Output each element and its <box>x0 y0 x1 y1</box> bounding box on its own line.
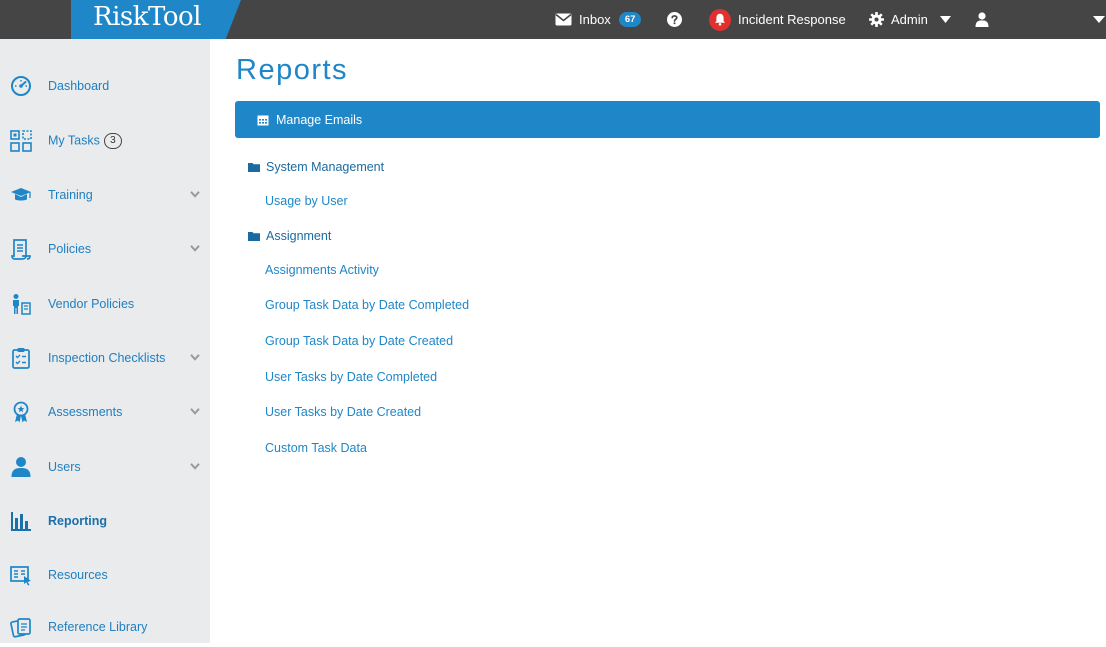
sidebar-item-users[interactable]: Users <box>0 447 210 487</box>
calendar-icon <box>257 115 269 125</box>
task-count-badge: 3 <box>103 133 122 149</box>
user-profile-button[interactable] <box>975 0 989 39</box>
inbox-label: Inbox <box>579 12 611 27</box>
caret-down-icon <box>1093 16 1105 23</box>
question-circle-icon <box>667 12 682 27</box>
sidebar-item-label-text: My Tasks <box>48 133 100 148</box>
sidebar-item-training[interactable]: Training <box>0 175 210 215</box>
sidebar-item-label: Assessments <box>48 405 123 419</box>
top-navigation-bar: RiskTool Inbox 67 Incident Response Admi… <box>0 0 1106 39</box>
inbox-button[interactable]: Inbox 67 <box>555 0 642 39</box>
overflow-menu-button[interactable] <box>1093 0 1105 39</box>
resources-doc-icon <box>10 566 31 586</box>
chevron-down-icon[interactable] <box>190 408 200 415</box>
report-group-label: System Management <box>266 160 385 174</box>
sidebar-item-label: Training <box>48 188 93 202</box>
incident-response-label: Incident Response <box>738 12 846 27</box>
bell-alert-icon <box>709 8 731 31</box>
user-icon <box>11 457 31 477</box>
folder-icon <box>248 163 260 172</box>
sidebar-item-label: Policies <box>48 242 92 256</box>
sidebar-item-policies[interactable]: Policies <box>0 229 210 269</box>
tasks-grid-icon <box>10 130 32 152</box>
report-link-user-tasks-by-date-completed[interactable]: User Tasks by Date Completed <box>265 370 437 384</box>
chevron-down-icon[interactable] <box>190 354 200 361</box>
sidebar: Dashboard My Tasks 3 Training Policies V… <box>0 39 210 643</box>
logo[interactable]: RiskTool <box>71 0 241 39</box>
bar-chart-icon <box>11 512 31 531</box>
sidebar-item-inspection-checklists[interactable]: Inspection Checklists <box>0 338 210 378</box>
report-link-assignments-activity[interactable]: Assignments Activity <box>265 263 379 277</box>
sidebar-item-label: Reporting <box>48 514 108 528</box>
sidebar-item-assessments[interactable]: Assessments <box>0 392 210 432</box>
report-link-user-tasks-by-date-created[interactable]: User Tasks by Date Created <box>265 405 421 419</box>
sidebar-item-label: My Tasks 3 <box>48 133 122 149</box>
help-button[interactable] <box>667 0 682 39</box>
folder-icon <box>248 232 260 241</box>
vendor-person-icon <box>13 294 31 315</box>
sidebar-item-label: Dashboard <box>48 79 110 93</box>
logo-text: RiskTool <box>93 2 201 32</box>
sidebar-item-label: Inspection Checklists <box>48 351 166 365</box>
admin-menu-button[interactable]: Admin <box>869 0 951 39</box>
caret-down-icon <box>939 16 951 23</box>
report-link-custom-task-data[interactable]: Custom Task Data <box>265 441 367 455</box>
report-group-label: Assignment <box>266 229 332 243</box>
clipboard-check-icon <box>12 348 30 369</box>
gear-icon <box>869 12 884 27</box>
inbox-count-badge: 67 <box>618 12 642 27</box>
sidebar-item-my-tasks[interactable]: My Tasks 3 <box>0 121 210 161</box>
sidebar-item-reference-library[interactable]: Reference Library <box>0 607 210 647</box>
report-link-group-task-data-by-date-created[interactable]: Group Task Data by Date Created <box>265 334 453 348</box>
chevron-down-icon[interactable] <box>190 245 200 252</box>
user-icon <box>975 12 989 27</box>
graduation-cap-icon <box>11 188 31 201</box>
envelope-icon <box>555 13 572 26</box>
library-copy-icon <box>10 618 31 638</box>
sidebar-item-dashboard[interactable]: Dashboard <box>0 66 210 106</box>
sidebar-item-label: Reference Library <box>48 620 148 634</box>
award-ribbon-icon <box>13 401 29 423</box>
sidebar-item-label: Vendor Policies <box>48 297 135 311</box>
sidebar-item-resources[interactable]: Resources <box>0 555 210 595</box>
sidebar-item-reporting[interactable]: Reporting <box>0 501 210 541</box>
dashboard-gauge-icon <box>11 76 31 96</box>
page-title: Reports <box>236 54 349 86</box>
manage-emails-button[interactable]: Manage Emails <box>235 101 1100 138</box>
report-group-assignment[interactable]: Assignment <box>248 229 331 243</box>
manage-emails-label: Manage Emails <box>276 112 363 127</box>
report-link-usage-by-user[interactable]: Usage by User <box>265 194 348 208</box>
sidebar-item-vendor-policies[interactable]: Vendor Policies <box>0 284 210 324</box>
chevron-down-icon[interactable] <box>190 463 200 470</box>
admin-label: Admin <box>891 12 928 27</box>
report-group-system-management[interactable]: System Management <box>248 160 384 174</box>
incident-response-button[interactable]: Incident Response <box>709 0 846 39</box>
chevron-down-icon[interactable] <box>190 191 200 198</box>
report-link-group-task-data-by-date-completed[interactable]: Group Task Data by Date Completed <box>265 298 469 312</box>
sidebar-item-label: Users <box>48 460 81 474</box>
scroll-document-icon <box>11 239 31 260</box>
sidebar-item-label: Resources <box>48 568 108 582</box>
